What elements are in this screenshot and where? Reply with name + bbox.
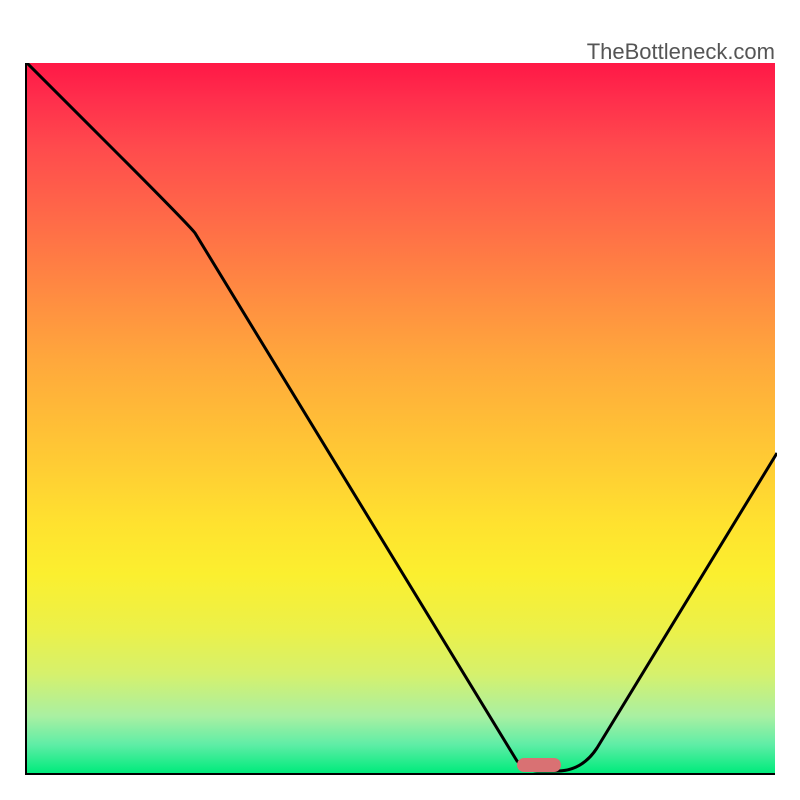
bottleneck-chart: TheBottleneck.com — [0, 0, 800, 800]
bottleneck-curve — [27, 63, 777, 771]
plot-area — [25, 63, 775, 775]
optimal-marker — [517, 758, 561, 772]
watermark-text: TheBottleneck.com — [587, 39, 775, 65]
curve-svg — [27, 63, 777, 775]
